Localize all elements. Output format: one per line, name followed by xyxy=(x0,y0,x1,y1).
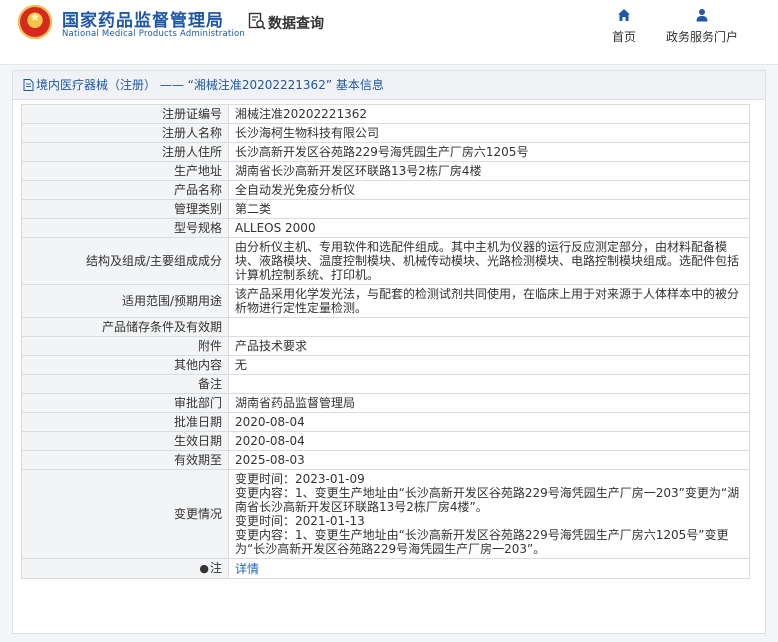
user-icon xyxy=(696,9,708,22)
home-icon xyxy=(618,9,630,21)
field-value: 湘械注准20202221362 xyxy=(228,104,750,124)
field-label: ●注 xyxy=(21,558,229,579)
panel-header: 境内医疗器械（注册） —— “湘械注准20202221362” 基本信息 xyxy=(13,71,765,100)
panel-title: 境内医疗器械（注册） —— “湘械注准20202221362” 基本信息 xyxy=(36,78,384,92)
map-pin-icon: ● xyxy=(199,562,209,575)
data-query-icon xyxy=(248,12,266,30)
field-value: 无 xyxy=(228,355,750,375)
field-label: 产品储存条件及有效期 xyxy=(21,317,229,337)
field-value: 2020-08-04 xyxy=(228,412,750,432)
field-value: 产品技术要求 xyxy=(228,336,750,356)
field-value: ALLEOS 2000 xyxy=(228,218,750,238)
table-row: 结构及组成/主要组成成分 由分析仪主机、专用软件和选配件组成。其中主机为仪器的运行… xyxy=(21,237,750,285)
star-icon: ★ xyxy=(29,10,41,24)
table-row: 管理类别 第二类 xyxy=(21,199,750,219)
field-value: 2025-08-03 xyxy=(228,450,750,470)
field-label: 有效期至 xyxy=(21,450,229,470)
field-value: 该产品采用化学发光法，与配套的检测试剂共同使用，在临床上用于对来源于人体样本中的… xyxy=(228,284,750,318)
change-history-line: 变更内容：1、变更生产地址由“长沙高新开发区谷苑路229号海凭园生产厂房一203… xyxy=(235,486,740,514)
field-label: 产品名称 xyxy=(21,180,229,200)
field-value: 长沙海柯生物科技有限公司 xyxy=(228,123,750,143)
field-label: 注册证编号 xyxy=(21,104,229,124)
site-header: ★ 国家药品监督管理局 National Medical Products Ad… xyxy=(0,0,778,65)
national-emblem-logo: ★ xyxy=(18,5,52,39)
note-label: 注 xyxy=(209,561,222,575)
change-history-line: 变更内容：1、变更生产地址由“长沙高新开发区谷苑路229号海凭园生产厂房六120… xyxy=(235,528,729,556)
field-value: 长沙高新开发区谷苑路229号海凭园生产厂房六1205号 xyxy=(228,142,750,162)
field-label: 其他内容 xyxy=(21,355,229,375)
field-value: 全自动发光免疫分析仪 xyxy=(228,180,750,200)
table-row: 适用范围/预期用途 该产品采用化学发光法，与配套的检测试剂共同使用，在临床上用于对… xyxy=(21,284,750,318)
table-row: 注册人住所 长沙高新开发区谷苑路229号海凭园生产厂房六1205号 xyxy=(21,142,750,162)
table-row: 附件 产品技术要求 xyxy=(21,336,750,356)
field-value: 第二类 xyxy=(228,199,750,219)
field-label: 管理类别 xyxy=(21,199,229,219)
change-history-line: 变更时间：2021-01-13 xyxy=(235,514,365,528)
table-row: 型号规格 ALLEOS 2000 xyxy=(21,218,750,238)
change-history-value: 变更时间：2023-01-09 变更内容：1、变更生产地址由“长沙高新开发区谷苑路… xyxy=(228,469,750,559)
table-row: 审批部门 湖南省药品监督管理局 xyxy=(21,393,750,413)
field-value xyxy=(228,317,750,337)
note-row: ●注 详情 xyxy=(21,558,750,579)
field-label: 生效日期 xyxy=(21,431,229,451)
note-value: 详情 xyxy=(228,558,750,579)
field-label: 注册人住所 xyxy=(21,142,229,162)
brand-subtitle: National Medical Products Administration xyxy=(62,29,245,39)
table-row: 生效日期 2020-08-04 xyxy=(21,431,750,451)
field-label: 生产地址 xyxy=(21,161,229,181)
table-row: 注册证编号 湘械注准20202221362 xyxy=(21,104,750,124)
field-value: 湖南省长沙高新开发区环联路13号2栋厂房4楼 xyxy=(228,161,750,181)
field-label: 适用范围/预期用途 xyxy=(21,284,229,318)
field-value: 由分析仪主机、专用软件和选配件组成。其中主机为仪器的运行反应测定部分，由材料配备… xyxy=(228,237,750,285)
registration-info-table: 注册证编号 湘械注准20202221362 注册人名称 长沙海柯生物科技有限公司 注册人… xyxy=(21,104,750,579)
nav-home[interactable]: 首页 xyxy=(604,8,644,45)
table-row: 产品储存条件及有效期 xyxy=(21,317,750,337)
nav-service-portal[interactable]: 政务服务门户 xyxy=(660,8,744,45)
field-label: 备注 xyxy=(21,374,229,394)
table-row: 产品名称 全自动发光免疫分析仪 xyxy=(21,180,750,200)
field-label: 型号规格 xyxy=(21,218,229,238)
change-history-line: 变更时间：2023-01-09 xyxy=(235,472,365,486)
field-label: 注册人名称 xyxy=(21,123,229,143)
nav-home-label: 首页 xyxy=(611,30,636,44)
field-value: 2020-08-04 xyxy=(228,431,750,451)
brand-title[interactable]: 国家药品监督管理局 xyxy=(62,6,224,31)
field-label: 结构及组成/主要组成成分 xyxy=(21,237,229,285)
table-row: 有效期至 2025-08-03 xyxy=(21,450,750,470)
table-row: 批准日期 2020-08-04 xyxy=(21,412,750,432)
detail-panel: 境内医疗器械（注册） —— “湘械注准20202221362” 基本信息 注册证… xyxy=(12,70,766,634)
table-row: 备注 xyxy=(21,374,750,394)
table-row: 其他内容无 xyxy=(21,355,750,375)
data-query-link[interactable]: 数据查询 xyxy=(268,13,324,33)
field-value xyxy=(228,374,750,394)
table-row: 生产地址 湖南省长沙高新开发区环联路13号2栋厂房4楼 xyxy=(21,161,750,181)
change-history-row: 变更情况 变更时间：2023-01-09 变更内容：1、变更生产地址由“长沙高新开发… xyxy=(21,469,750,559)
field-label: 附件 xyxy=(21,336,229,356)
field-label: 变更情况 xyxy=(21,469,229,559)
nav-portal-label: 政务服务门户 xyxy=(665,30,738,44)
table-row: 注册人名称 长沙海柯生物科技有限公司 xyxy=(21,123,750,143)
field-label: 批准日期 xyxy=(21,412,229,432)
document-icon xyxy=(23,79,34,91)
field-value: 湖南省药品监督管理局 xyxy=(228,393,750,413)
details-link[interactable]: 详情 xyxy=(235,562,259,576)
field-label: 审批部门 xyxy=(21,393,229,413)
